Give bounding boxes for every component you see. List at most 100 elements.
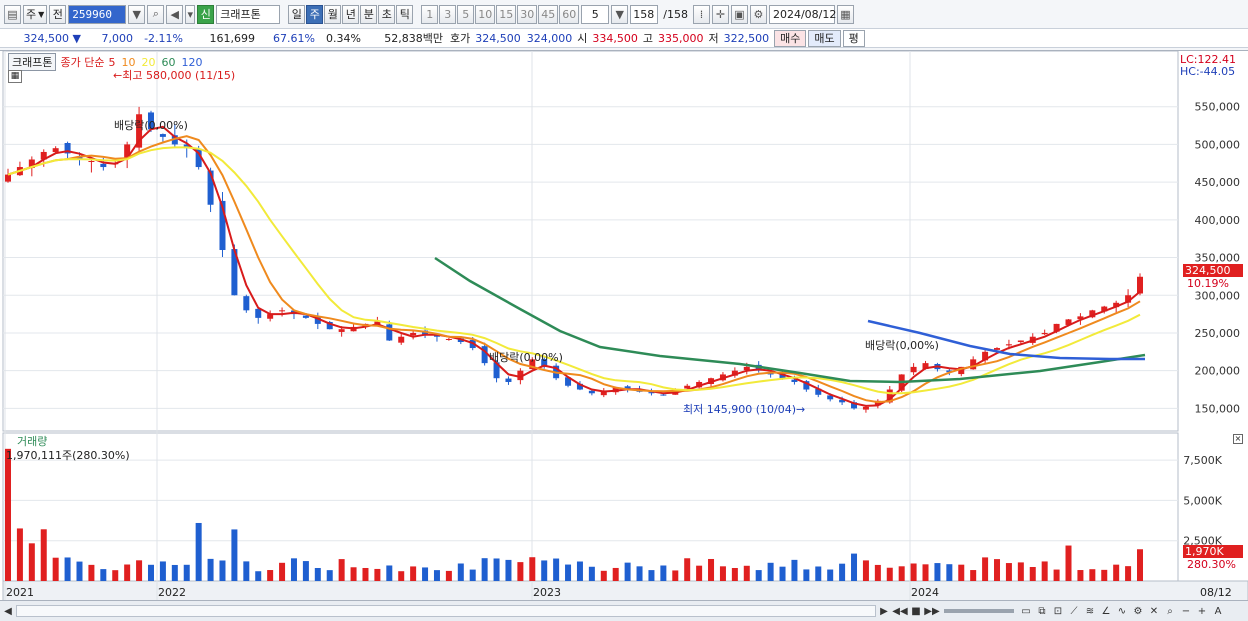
settings-icon[interactable]: ⚙ [1130, 603, 1146, 620]
delete-icon[interactable]: ✕ [1146, 603, 1162, 620]
volume-bar [1041, 561, 1048, 581]
tab-period-6[interactable]: 틱 [396, 4, 414, 24]
date-input[interactable]: 2024/08/12 [768, 4, 836, 24]
crosshair-icon[interactable]: ✛ [711, 4, 729, 24]
volume-bar [517, 562, 524, 581]
tab-period-3[interactable]: 년 [342, 4, 360, 24]
speaker-icon[interactable]: ◀ [166, 4, 184, 24]
volume-bar [493, 558, 500, 581]
tab-period-1[interactable]: 주 [306, 4, 324, 24]
scroll-right-icon[interactable]: ▶ [876, 603, 892, 620]
stop-icon[interactable]: ■ [908, 603, 924, 620]
candle-body [243, 296, 250, 311]
volume-bar [112, 570, 119, 581]
volume-bar [183, 564, 190, 581]
options-dropdown-icon[interactable]: ▾ [185, 4, 196, 24]
count-input[interactable]: 158 [630, 4, 659, 24]
market-type-select[interactable]: 주 ▼ [23, 4, 48, 24]
status-bar: ◀ ▶ ◀◀ ■ ▶▶ ▭ ⧉ ⊡ ⟋ ≋ ∠ ∿ ⚙ ✕ ⌕ − + A [0, 600, 1248, 621]
save-icon[interactable]: ▣ [730, 4, 748, 24]
trendline-icon[interactable]: ⟋ [1066, 603, 1082, 620]
volume-bar [433, 570, 440, 581]
x-axis-label: 2022 [158, 586, 186, 599]
interval-button-60[interactable]: 60 [559, 4, 580, 24]
candle-body [100, 163, 107, 168]
window-menu-icon[interactable]: ▤ [4, 4, 21, 24]
dividend-label-2: 배당락(0,00%) [489, 351, 563, 364]
zoom-out-icon[interactable]: − [1178, 603, 1194, 620]
gear-icon[interactable]: ⚙ [749, 4, 767, 24]
prev-button[interactable]: 전 [49, 4, 67, 24]
eval-button[interactable]: 평 [842, 29, 865, 47]
horizontal-scrollbar[interactable] [16, 605, 876, 617]
grid-icon[interactable]: ⁞ [692, 4, 710, 24]
volume-tick-label: 7,500K [1183, 454, 1222, 467]
volume-bar [219, 560, 226, 581]
zoom-slider[interactable] [944, 609, 1014, 613]
chart-area[interactable]: 550,000 500,000 450,000 400,000 350,000 300,0… [0, 50, 1248, 602]
calculator-icon[interactable]: ▦ [8, 70, 22, 83]
tab-period-0[interactable]: 일 [288, 4, 306, 24]
fast-forward-icon[interactable]: ▶▶ [924, 603, 940, 620]
interval-input[interactable]: 5 [581, 4, 610, 24]
tab-period-5[interactable]: 초 [378, 4, 396, 24]
search-icon[interactable]: ⌕ [147, 4, 165, 24]
volume-bar [207, 558, 214, 581]
volume-bar [1137, 549, 1143, 581]
x-axis-end-label: 08/12 [1200, 586, 1232, 599]
volume-bar [553, 558, 560, 581]
interval-button-10[interactable]: 10 [475, 4, 496, 24]
volume-bar [1089, 569, 1096, 581]
volume-bar [171, 564, 178, 581]
interval-button-15[interactable]: 15 [496, 4, 517, 24]
interval-button-3[interactable]: 3 [439, 4, 457, 24]
angle-icon[interactable]: ∠ [1098, 603, 1114, 620]
volume-bar [350, 567, 357, 581]
zoom-in-icon[interactable]: + [1194, 603, 1210, 620]
zoom-icon[interactable]: ⌕ [1162, 603, 1178, 620]
volume-bar [779, 566, 786, 581]
interval-button-30[interactable]: 30 [517, 4, 538, 24]
volume-bar [386, 565, 393, 581]
volume-bar [40, 529, 47, 581]
interval-button-1[interactable]: 1 [421, 4, 439, 24]
wave-icon[interactable]: ∿ [1114, 603, 1130, 620]
volume-bar [16, 528, 23, 581]
price-chart-svg[interactable]: 550,000 500,000 450,000 400,000 350,000 300,0… [0, 50, 1248, 602]
volume-bar [839, 563, 846, 581]
volume-bar [100, 569, 107, 581]
draw-rect-icon[interactable]: ▭ [1018, 603, 1034, 620]
code-dropdown-icon[interactable]: ▼ [128, 4, 146, 24]
volume-pane-border [2, 432, 1179, 582]
tab-period-2[interactable]: 월 [324, 4, 342, 24]
rewind-icon[interactable]: ◀◀ [892, 603, 908, 620]
interval-button-45[interactable]: 45 [538, 4, 559, 24]
tab-period-4[interactable]: 분 [360, 4, 378, 24]
low-label: 저 [708, 32, 719, 45]
stock-code-input[interactable]: 259960 [68, 4, 127, 24]
stock-name-field: 크래프톤 [216, 4, 281, 24]
high-price: 335,000 [658, 31, 704, 45]
draw-tool-icon[interactable]: ⊡ [1050, 603, 1066, 620]
volume-bar [195, 522, 202, 581]
draw-copy-icon[interactable]: ⧉ [1034, 603, 1050, 620]
volume-bar [302, 561, 309, 581]
scroll-left-icon[interactable]: ◀ [0, 603, 16, 620]
calendar-icon[interactable]: ▦ [836, 4, 854, 24]
text-tool-icon[interactable]: A [1210, 603, 1226, 620]
candle-body [279, 310, 286, 312]
interval-button-5[interactable]: 5 [457, 4, 475, 24]
sell-button[interactable]: 매도 [808, 29, 841, 47]
chart-title-tag[interactable]: 크래프톤 [8, 53, 57, 71]
candle-body [1017, 340, 1024, 343]
close-pane-icon[interactable]: × [1233, 434, 1243, 444]
toolbar: ▤ 주 ▼ 전 259960 ▼ ⌕ ◀ ▾ 신 크래프톤 일주월년분초틱 135… [0, 3, 1248, 25]
interval-dropdown-icon[interactable]: ▼ [611, 4, 629, 24]
volume-bar [1077, 570, 1084, 581]
buy-button[interactable]: 매수 [774, 29, 807, 47]
candle-body [588, 390, 595, 394]
volume-bar [314, 567, 321, 581]
volume-bar [576, 561, 583, 581]
volume-bar [803, 569, 810, 581]
fibonacci-icon[interactable]: ≋ [1082, 603, 1098, 620]
